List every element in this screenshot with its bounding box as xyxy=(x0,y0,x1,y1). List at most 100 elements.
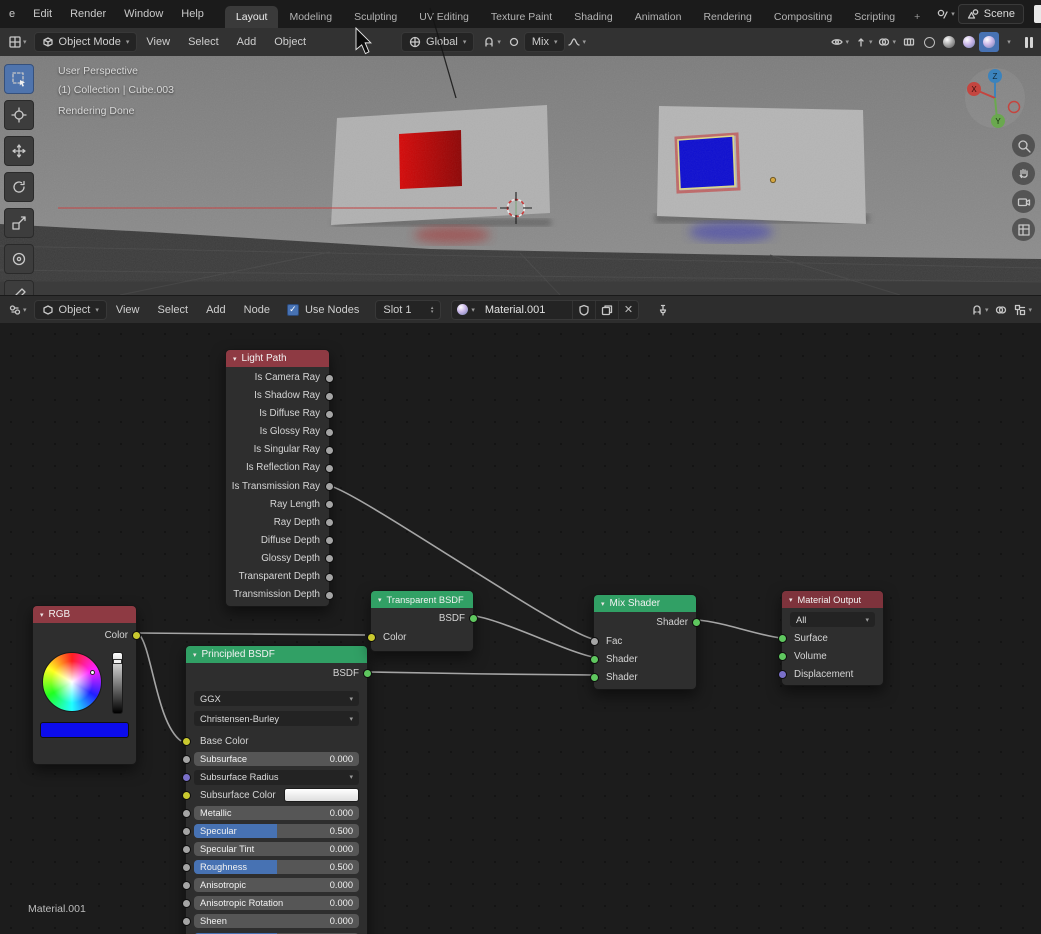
socket-input[interactable] xyxy=(182,845,191,854)
shading-material-button[interactable] xyxy=(959,32,979,52)
node-options-button[interactable]: ▾ xyxy=(1011,300,1035,320)
viewport-3d[interactable]: ▾ Object Mode ▾ View Select Add Object G… xyxy=(0,28,1041,295)
tab-layout[interactable]: Layout xyxy=(225,6,279,28)
socket-output-bsdf[interactable] xyxy=(469,614,478,623)
socket-output-color[interactable] xyxy=(132,631,141,640)
fake-user-button[interactable] xyxy=(572,301,595,319)
node-header[interactable]: ▾ RGB xyxy=(33,606,136,623)
scene-selector[interactable]: Scene xyxy=(958,4,1024,24)
anisotropic-rotation-slider[interactable]: Anisotropic Rotation0.000 xyxy=(194,896,359,910)
node-header[interactable]: ▾ Transparent BSDF xyxy=(371,591,473,608)
socket-output-shader[interactable] xyxy=(692,618,701,627)
menu-window[interactable]: Window xyxy=(115,0,172,28)
viewport-menu-select[interactable]: Select xyxy=(179,28,228,56)
mode-dropdown[interactable]: Object Mode ▾ xyxy=(34,32,138,52)
tool-select-box[interactable] xyxy=(4,64,34,94)
node-menu-view[interactable]: View xyxy=(107,296,149,324)
tab-uv-editing[interactable]: UV Editing xyxy=(408,6,480,28)
use-nodes-checkbox[interactable]: ✓ xyxy=(287,304,299,316)
socket-input[interactable] xyxy=(182,791,191,800)
viewport-menu-view[interactable]: View xyxy=(137,28,179,56)
ortho-toggle-button[interactable] xyxy=(1012,218,1035,241)
browse-material-button[interactable]: ▾ xyxy=(452,301,480,319)
node-editor[interactable]: ▾ Light Path Is Camera Ray Is Shadow Ray… xyxy=(0,323,1041,934)
editor-type-button-nodes[interactable]: ▾ xyxy=(6,300,30,320)
menu-edit[interactable]: Edit xyxy=(24,0,61,28)
socket-output[interactable] xyxy=(325,482,334,491)
tab-scripting[interactable]: Scripting xyxy=(843,6,906,28)
shading-options-button[interactable]: ▾ xyxy=(999,32,1019,52)
node-header[interactable]: ▾ Principled BSDF xyxy=(186,646,367,663)
camera-view-button[interactable] xyxy=(1012,190,1035,213)
socket-output-bsdf[interactable] xyxy=(363,669,372,678)
socket-input[interactable] xyxy=(182,737,191,746)
color-swatch[interactable] xyxy=(40,722,129,738)
node-transparent-bsdf[interactable]: ▾ Transparent BSDF BSDF Color xyxy=(370,590,474,652)
node-rgb[interactable]: ▾ RGB Color xyxy=(32,605,137,765)
view-layer-widget-cutoff[interactable] xyxy=(1034,5,1041,23)
socket-input-surface[interactable] xyxy=(778,634,787,643)
node-header[interactable]: ▾ Mix Shader xyxy=(594,595,696,612)
visibility-button[interactable]: ▾ xyxy=(828,32,852,52)
node-material-output[interactable]: ▾ Material Output All▾ Surface Volume Di… xyxy=(781,590,884,686)
tab-shading[interactable]: Shading xyxy=(563,6,624,28)
distribution-dropdown[interactable]: GGX▾ xyxy=(194,691,359,706)
socket-input[interactable] xyxy=(182,809,191,818)
tool-scale[interactable] xyxy=(4,208,34,238)
tool-annotate[interactable] xyxy=(4,280,34,295)
tool-move[interactable] xyxy=(4,136,34,166)
socket-input[interactable] xyxy=(182,899,191,908)
sheen-slider[interactable]: Sheen0.000 xyxy=(194,914,359,928)
tab-sculpting[interactable]: Sculpting xyxy=(343,6,408,28)
material-name-field[interactable]: Material.001 xyxy=(480,301,572,319)
metallic-slider[interactable]: Metallic0.000 xyxy=(194,806,359,820)
node-snap-button[interactable]: ▾ xyxy=(968,300,992,320)
color-wheel[interactable] xyxy=(42,652,102,712)
snap-button[interactable]: ▾ xyxy=(480,32,504,52)
pin-button[interactable] xyxy=(653,300,673,320)
proportional-edit-button[interactable] xyxy=(504,32,524,52)
unlink-material-button[interactable]: ✕ xyxy=(618,301,638,319)
menu-file-partial[interactable]: e xyxy=(0,0,24,28)
socket-input-volume[interactable] xyxy=(778,652,787,661)
socket-output[interactable] xyxy=(325,464,334,473)
socket-output[interactable] xyxy=(325,518,334,527)
collapse-icon[interactable]: ▾ xyxy=(193,651,197,659)
socket-input-shader[interactable] xyxy=(590,673,599,682)
shading-wireframe-button[interactable] xyxy=(919,32,939,52)
node-header[interactable]: ▾ Light Path xyxy=(226,350,329,367)
output-target-dropdown[interactable]: All▾ xyxy=(790,612,875,627)
value-slider[interactable] xyxy=(112,652,123,714)
tab-animation[interactable]: Animation xyxy=(624,6,693,28)
gizmos-button[interactable]: ▾ xyxy=(852,32,876,52)
socket-output[interactable] xyxy=(325,446,334,455)
editor-type-button[interactable]: ▾ xyxy=(6,32,30,52)
socket-input[interactable] xyxy=(182,755,191,764)
socket-input[interactable] xyxy=(182,773,191,782)
node-overlays-button[interactable] xyxy=(991,300,1011,320)
tab-compositing[interactable]: Compositing xyxy=(763,6,843,28)
node-light-path[interactable]: ▾ Light Path Is Camera Ray Is Shadow Ray… xyxy=(225,349,330,607)
socket-input-color[interactable] xyxy=(367,633,376,642)
socket-output[interactable] xyxy=(325,392,334,401)
collapse-icon[interactable]: ▾ xyxy=(233,355,237,363)
collapse-icon[interactable]: ▾ xyxy=(40,611,44,619)
socket-input-fac[interactable] xyxy=(590,637,599,646)
socket-output[interactable] xyxy=(325,500,334,509)
node-principled-bsdf[interactable]: ▾ Principled BSDF BSDF GGX▾ Christensen-… xyxy=(185,645,368,934)
node-header[interactable]: ▾ Material Output xyxy=(782,591,883,608)
anisotropic-slider[interactable]: Anisotropic0.000 xyxy=(194,878,359,892)
tool-cursor[interactable] xyxy=(4,100,34,130)
falloff-button[interactable]: ▾ xyxy=(565,32,589,52)
collapse-icon[interactable]: ▾ xyxy=(789,596,793,604)
slot-dropdown[interactable]: Slot 1 ▴▾ xyxy=(375,300,441,320)
collapse-icon[interactable]: ▾ xyxy=(378,596,382,604)
socket-input-displacement[interactable] xyxy=(778,670,787,679)
tab-modeling[interactable]: Modeling xyxy=(278,6,343,28)
pan-button[interactable] xyxy=(1012,162,1035,185)
tab-texture-paint[interactable]: Texture Paint xyxy=(480,6,563,28)
socket-output[interactable] xyxy=(325,374,334,383)
tool-transform[interactable] xyxy=(4,244,34,274)
socket-input[interactable] xyxy=(182,917,191,926)
add-workspace-button[interactable]: + xyxy=(906,6,928,28)
